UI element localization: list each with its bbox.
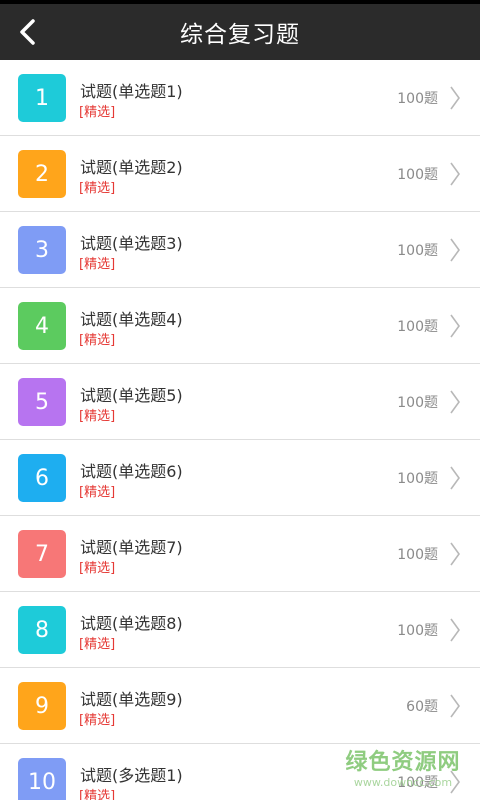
item-tag: [精选] [79, 485, 116, 500]
item-question-count: 100题 [397, 243, 438, 259]
item-number-badge: 9 [18, 682, 66, 730]
item-tag: [精选] [79, 333, 116, 348]
item-number-badge: 8 [18, 606, 66, 654]
chevron-right-icon [450, 162, 460, 186]
list-item[interactable]: 1 试题(单选题1) [精选] 100题 [0, 60, 480, 136]
item-question-count: 100题 [397, 395, 438, 411]
list-item[interactable]: 2 试题(单选题2) [精选] 100题 [0, 136, 480, 212]
item-tag: [精选] [79, 561, 116, 576]
chevron-right-icon [450, 314, 460, 338]
item-title: 试题(单选题3) [80, 234, 183, 253]
list-item[interactable]: 10 试题(多选题1) [精选] 100题 [0, 744, 480, 800]
item-title: 试题(单选题5) [80, 386, 183, 405]
back-button[interactable] [0, 4, 56, 60]
item-number-badge: 10 [18, 758, 66, 800]
item-title: 试题(单选题8) [80, 614, 183, 633]
item-number-badge: 2 [18, 150, 66, 198]
item-number-badge: 5 [18, 378, 66, 426]
item-number-badge: 4 [18, 302, 66, 350]
chevron-right-icon [450, 542, 460, 566]
app-bar: 综合复习题 [0, 4, 480, 60]
item-title: 试题(单选题9) [80, 690, 183, 709]
item-question-count: 100题 [397, 167, 438, 183]
item-tag: [精选] [79, 181, 116, 196]
item-tag: [精选] [79, 409, 116, 424]
item-question-count: 100题 [397, 547, 438, 563]
list-item[interactable]: 5 试题(单选题5) [精选] 100题 [0, 364, 480, 440]
list-item[interactable]: 9 试题(单选题9) [精选] 60题 [0, 668, 480, 744]
item-number-badge: 1 [18, 74, 66, 122]
item-tag: [精选] [79, 637, 116, 652]
chevron-right-icon [450, 694, 460, 718]
item-question-count: 100题 [397, 91, 438, 107]
list-item[interactable]: 8 试题(单选题8) [精选] 100题 [0, 592, 480, 668]
item-tag: [精选] [79, 257, 116, 272]
chevron-right-icon [450, 390, 460, 414]
list-item[interactable]: 3 试题(单选题3) [精选] 100题 [0, 212, 480, 288]
item-tag: [精选] [79, 713, 116, 728]
list-item[interactable]: 4 试题(单选题4) [精选] 100题 [0, 288, 480, 364]
item-tag: [精选] [79, 789, 116, 800]
item-title: 试题(单选题6) [80, 462, 183, 481]
item-title: 试题(单选题7) [80, 538, 183, 557]
chevron-right-icon [450, 86, 460, 110]
exam-list[interactable]: 1 试题(单选题1) [精选] 100题 2 试题(单选题2) [精选] 100题 3 试题(单选… [0, 60, 480, 800]
item-number-badge: 7 [18, 530, 66, 578]
item-question-count: 100题 [397, 319, 438, 335]
list-item[interactable]: 7 试题(单选题7) [精选] 100题 [0, 516, 480, 592]
item-number-badge: 6 [18, 454, 66, 502]
chevron-right-icon [450, 770, 460, 794]
item-title: 试题(单选题1) [80, 82, 183, 101]
chevron-left-icon [20, 19, 35, 45]
list-item[interactable]: 6 试题(单选题6) [精选] 100题 [0, 440, 480, 516]
chevron-right-icon [450, 618, 460, 642]
item-title: 试题(多选题1) [80, 766, 183, 785]
page-title: 综合复习题 [180, 22, 300, 48]
item-question-count: 60题 [406, 699, 438, 715]
item-question-count: 100题 [397, 471, 438, 487]
item-question-count: 100题 [397, 775, 438, 791]
item-title: 试题(单选题2) [80, 158, 183, 177]
chevron-right-icon [450, 466, 460, 490]
chevron-right-icon [450, 238, 460, 262]
item-title: 试题(单选题4) [80, 310, 183, 329]
item-question-count: 100题 [397, 623, 438, 639]
item-tag: [精选] [79, 105, 116, 120]
item-number-badge: 3 [18, 226, 66, 274]
